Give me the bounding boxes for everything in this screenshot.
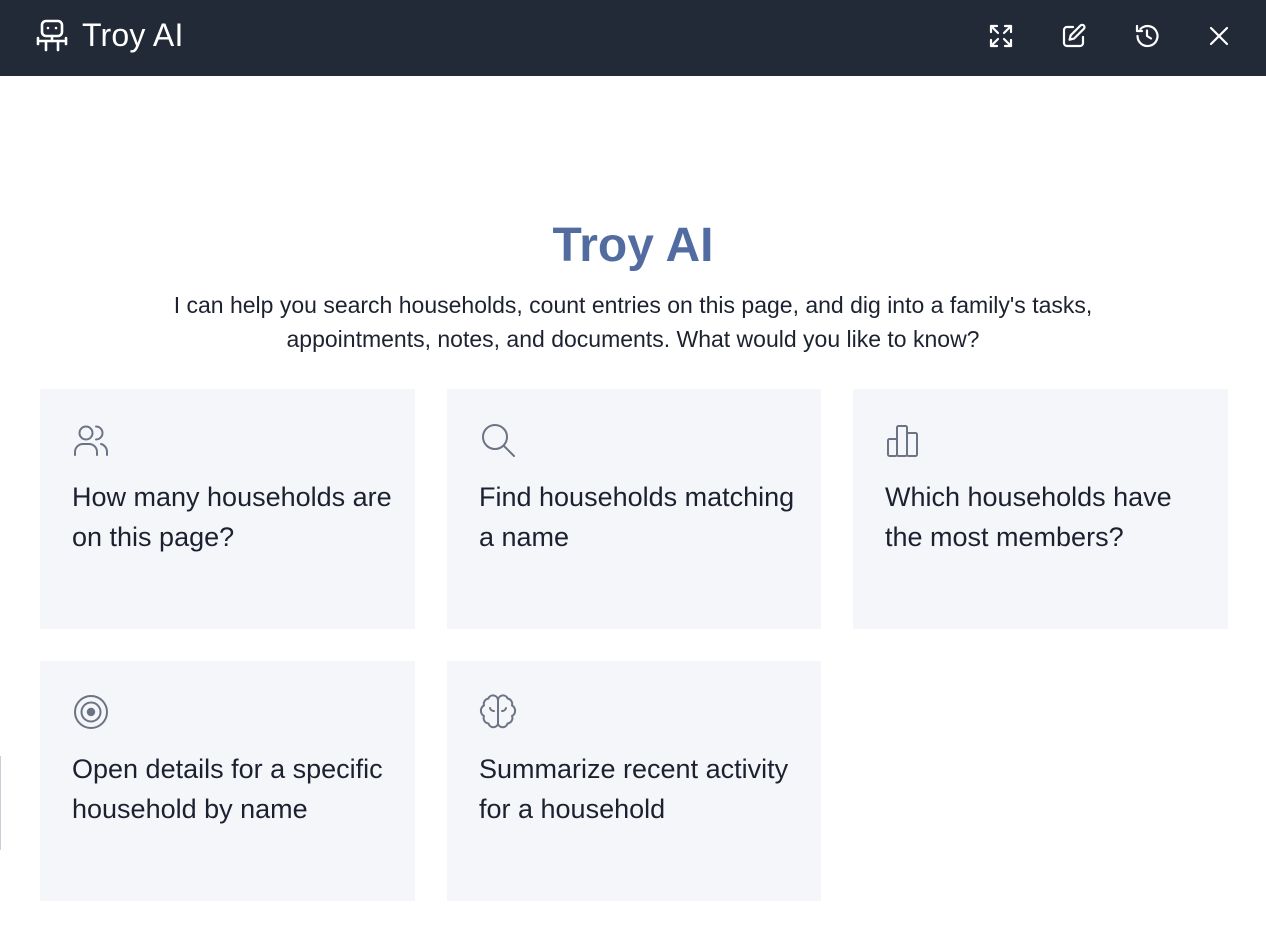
welcome-subtitle: I can help you search households, count … <box>173 292 1093 352</box>
users-icon <box>72 421 110 459</box>
suggestion-card-household-count[interactable]: How many households are on this page? <box>40 389 415 629</box>
header-bar: Troy AI <box>0 0 1266 76</box>
suggestion-label: Find households matching a name <box>479 482 795 552</box>
suggestion-card-find-by-name[interactable]: Find households matching a name <box>447 389 821 629</box>
history-icon <box>1135 24 1159 48</box>
suggestion-label: How many households are on this page? <box>72 482 392 552</box>
suggestion-label: Open details for a specific household by… <box>72 754 383 824</box>
suggestion-card-open-details[interactable]: Open details for a specific household by… <box>40 661 415 901</box>
search-icon <box>479 421 517 459</box>
expand-button[interactable] <box>981 16 1021 56</box>
brain-icon <box>479 693 517 731</box>
resize-handle[interactable] <box>0 756 1 850</box>
history-button[interactable] <box>1127 16 1167 56</box>
new-chat-button[interactable] <box>1054 16 1094 56</box>
expand-icon <box>989 24 1013 48</box>
edit-icon <box>1062 23 1086 48</box>
suggestion-label: Which households have the most members? <box>885 482 1172 552</box>
bar-chart-icon <box>885 421 923 459</box>
robot-icon <box>36 19 68 52</box>
app-title: Troy AI <box>82 16 184 53</box>
suggestion-label: Summarize recent activity for a househol… <box>479 754 789 824</box>
suggestion-card-most-members[interactable]: Which households have the most members? <box>853 389 1228 629</box>
brand: Troy AI <box>36 14 184 56</box>
close-icon <box>1209 26 1229 46</box>
suggestion-card-summarize-activity[interactable]: Summarize recent activity for a househol… <box>447 661 821 901</box>
target-icon <box>72 693 110 731</box>
welcome-title: Troy AI <box>0 218 1266 273</box>
close-button[interactable] <box>1199 16 1239 56</box>
